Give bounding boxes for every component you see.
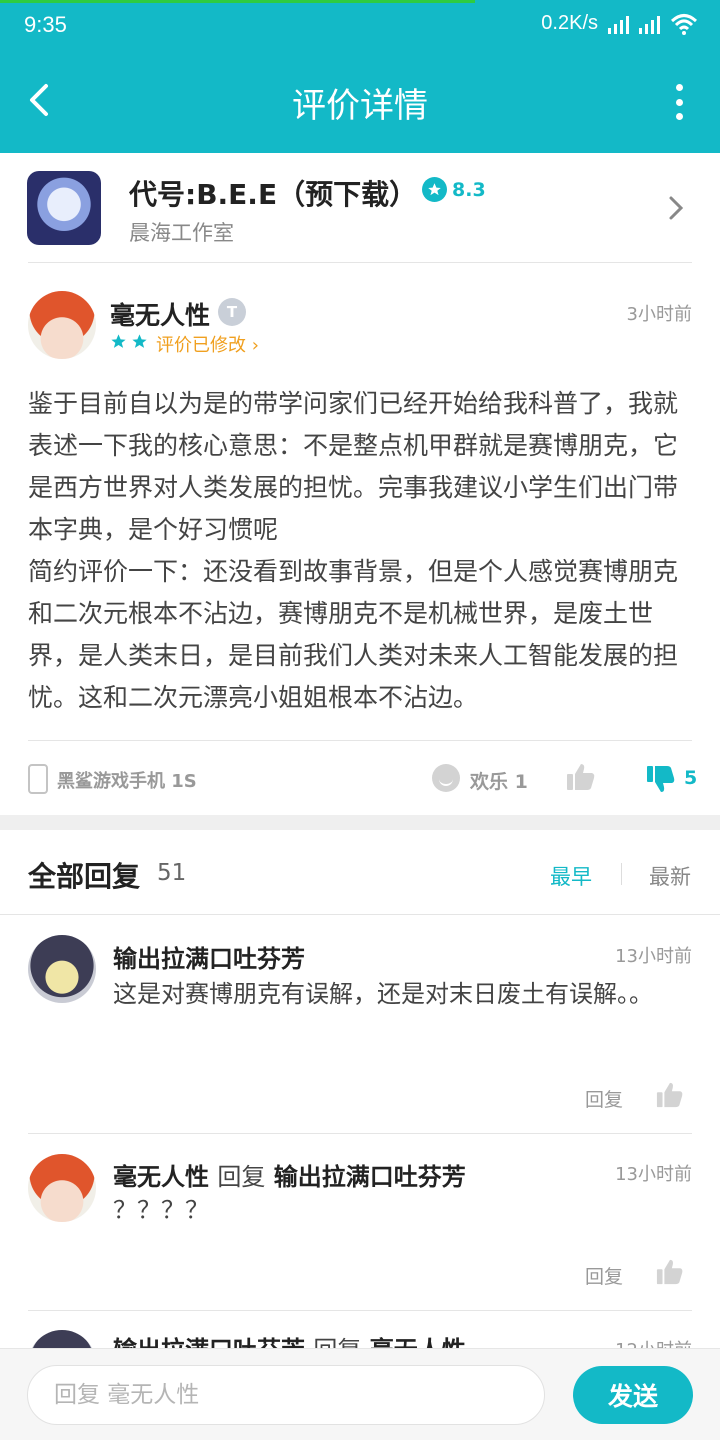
level-badge: T xyxy=(218,298,246,326)
divider xyxy=(28,740,692,741)
review-time: 3小时前 xyxy=(626,304,692,325)
replies-title: 全部回复 xyxy=(28,860,141,893)
status-indicators: 0.2K/s xyxy=(541,12,698,35)
sort-newest-tab[interactable]: 最新 xyxy=(649,861,691,891)
status-time: 9:35 xyxy=(24,12,67,37)
divider xyxy=(0,914,720,915)
reply-avatar[interactable] xyxy=(28,935,96,1003)
reply-target[interactable]: 输出拉满口吐芬芳 xyxy=(274,1163,466,1191)
replies-count: 51 xyxy=(157,860,187,886)
fun-count[interactable]: 欢乐 1 xyxy=(470,767,528,794)
review-body: 鉴于目前自以为是的带学问家们已经开始给我科普了，我就表述一下我的核心意思：不是整… xyxy=(28,383,692,719)
more-menu-icon[interactable] xyxy=(672,84,686,120)
reply-text: ？？？？ xyxy=(113,1196,209,1224)
reply-time: 13小时前 xyxy=(615,946,692,967)
app-header: 9:35 0.2K/s 评价详情 xyxy=(0,0,720,153)
reply-author-line: 毫无人性 回复 输出拉满口吐芬芳 xyxy=(113,1157,466,1192)
smile-icon[interactable] xyxy=(432,764,460,792)
divider xyxy=(28,1310,692,1311)
review-stars xyxy=(110,333,148,350)
game-icon xyxy=(27,171,101,245)
device-label: 黑鲨游戏手机 1S xyxy=(57,771,197,792)
reply-input[interactable] xyxy=(27,1365,545,1425)
game-card[interactable]: 代号:B.E.E（预下载） 8.3 晨海工作室 xyxy=(0,153,720,263)
send-button[interactable]: 发送 xyxy=(573,1366,693,1424)
review-paragraph: 简约评价一下：还没看到故事背景，但是个人感觉赛博朋克和二次元根本不沾边，赛博朋克… xyxy=(28,557,679,712)
sort-oldest-tab[interactable]: 最早 xyxy=(550,861,592,891)
section-gap xyxy=(0,815,720,830)
reply-avatar[interactable] xyxy=(28,1154,96,1222)
star-icon xyxy=(132,334,147,348)
star-icon xyxy=(111,334,126,348)
thumbs-down-icon[interactable] xyxy=(646,764,676,794)
thumbs-up-icon[interactable] xyxy=(656,1081,684,1109)
game-rating: 8.3 xyxy=(422,177,486,202)
review-author-name[interactable]: 毫无人性 xyxy=(110,296,210,332)
reply-composer: 发送 xyxy=(0,1348,720,1440)
network-speed: 0.2K/s xyxy=(541,12,598,34)
review-author-avatar[interactable] xyxy=(28,291,96,359)
signal-icon xyxy=(639,14,660,34)
phone-icon xyxy=(28,764,48,794)
chevron-right-icon xyxy=(669,196,684,220)
game-title: 代号:B.E.E（预下载） xyxy=(129,178,418,211)
star-badge-icon xyxy=(422,177,447,202)
load-progress xyxy=(0,0,475,3)
thumbs-up-icon[interactable] xyxy=(566,762,596,792)
wifi-icon xyxy=(670,13,698,35)
reply-author[interactable]: 毫无人性 xyxy=(113,1163,209,1191)
divider xyxy=(28,1133,692,1134)
reply-button[interactable]: 回复 xyxy=(585,1262,623,1289)
hd-signal-icon xyxy=(608,14,629,34)
divider xyxy=(28,262,692,263)
reply-author[interactable]: 输出拉满口吐芬芳 xyxy=(113,939,305,974)
page-title: 评价详情 xyxy=(292,86,428,126)
thumbs-up-icon[interactable] xyxy=(656,1258,684,1286)
sort-separator xyxy=(621,863,622,885)
reply-to-word: 回复 xyxy=(217,1163,266,1191)
edited-tag[interactable]: 评价已修改 › xyxy=(156,331,259,357)
review-footer: 黑鲨游戏手机 1S 欢乐 1 5 xyxy=(28,756,698,800)
rating-value: 8.3 xyxy=(452,178,486,201)
review-paragraph: 鉴于目前自以为是的带学问家们已经开始给我科普了，我就表述一下我的核心意思：不是整… xyxy=(28,389,679,544)
reply-button[interactable]: 回复 xyxy=(585,1085,623,1112)
reply-time: 13小时前 xyxy=(615,1164,692,1185)
reply-text: 这是对赛博朋克有误解，还是对末日废土有误解。。 xyxy=(113,980,653,1008)
dislike-count: 5 xyxy=(684,767,698,789)
game-studio: 晨海工作室 xyxy=(129,221,234,245)
